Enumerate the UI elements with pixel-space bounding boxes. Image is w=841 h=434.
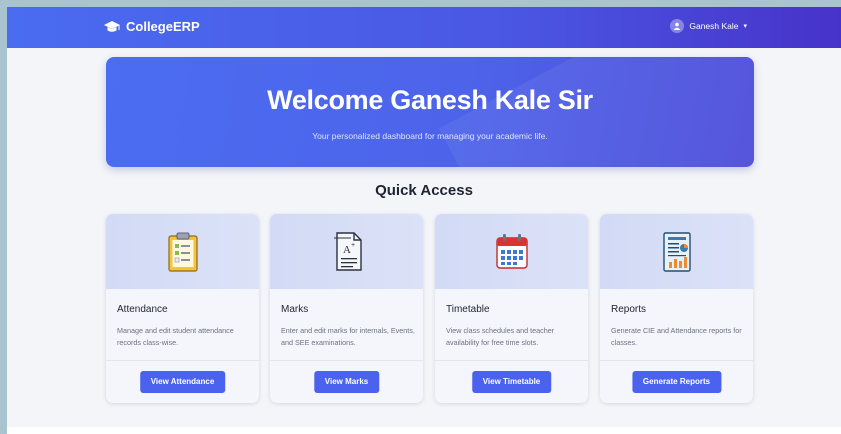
welcome-title: Welcome Ganesh Kale Sir [267, 85, 593, 115]
card-divider [270, 360, 423, 361]
report-chart-icon [662, 231, 691, 272]
brand-logo[interactable]: CollegeERP [104, 19, 200, 34]
card-icon-area [435, 214, 588, 289]
card-title: Timetable [446, 304, 490, 315]
grade-document-icon: A + [333, 231, 362, 271]
card-icon-area [106, 214, 259, 289]
brand-name: CollegeERP [126, 19, 200, 34]
welcome-subtitle: Your personalized dashboard for managing… [312, 131, 548, 141]
chevron-down-icon: ▾ [743, 23, 747, 30]
calendar-icon [495, 233, 528, 269]
svg-text:+: + [351, 242, 355, 249]
clipboard-checklist-icon [167, 232, 198, 272]
card-divider [106, 360, 259, 361]
view-timetable-button[interactable]: View Timetable [471, 371, 552, 393]
user-icon [670, 19, 685, 33]
navbar: CollegeERP Ganesh Kale ▾ [7, 7, 841, 48]
footer-strip [7, 427, 841, 434]
card-icon-area [600, 214, 753, 289]
view-attendance-button[interactable]: View Attendance [139, 371, 226, 393]
card-marks: A + Marks Enter and edit marks for inter… [270, 214, 423, 403]
user-name: Ganesh Kale [689, 21, 739, 31]
card-attendance: Attendance Manage and edit student atten… [106, 214, 259, 403]
quick-access-title: Quick Access [375, 182, 473, 199]
card-title: Attendance [117, 304, 168, 315]
card-title: Reports [611, 304, 647, 315]
card-description: View class schedules and teacher availab… [446, 326, 555, 347]
card-reports: Reports Generate CIE and Attendance repo… [600, 214, 753, 403]
card-divider [435, 360, 588, 361]
card-timetable: Timetable View class schedules and teach… [435, 214, 588, 403]
graduation-cap-icon [104, 20, 120, 32]
card-divider [600, 360, 753, 361]
user-menu[interactable]: Ganesh Kale ▾ [670, 19, 747, 33]
card-description: Manage and edit student attendance recor… [117, 326, 234, 347]
card-title: Marks [281, 304, 309, 315]
generate-reports-button[interactable]: Generate Reports [631, 371, 722, 393]
welcome-banner: Welcome Ganesh Kale Sir Your personalize… [106, 57, 754, 167]
svg-text:A: A [343, 244, 351, 256]
card-icon-area: A + [270, 214, 423, 289]
card-description: Generate CIE and Attendance reports for … [611, 326, 742, 347]
card-description: Enter and edit marks for internals, Even… [281, 326, 415, 347]
view-marks-button[interactable]: View Marks [313, 371, 380, 393]
app-window: CollegeERP Ganesh Kale ▾ Welcome Ganesh … [7, 7, 841, 434]
